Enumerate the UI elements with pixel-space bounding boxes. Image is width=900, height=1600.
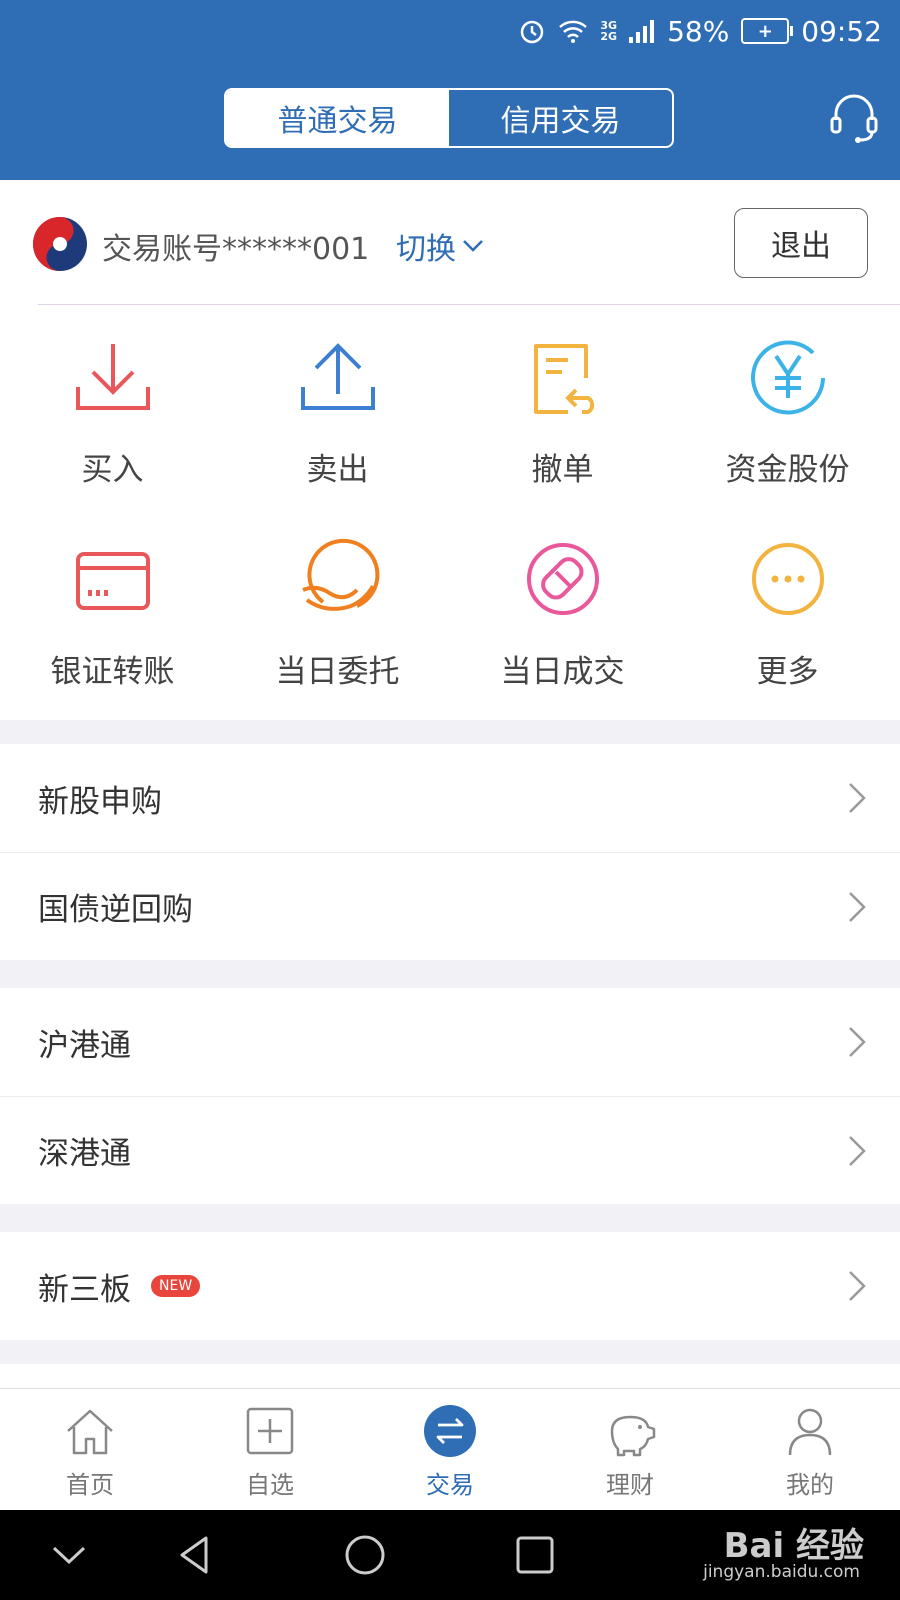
add-square-icon <box>246 1407 294 1455</box>
today-deals-label: 当日成交 <box>500 654 625 690</box>
list-item-label: 国债逆回购 <box>38 892 193 928</box>
today-orders-label: 当日委托 <box>275 654 400 690</box>
upload-icon <box>300 343 375 410</box>
list-item-ipo-subscribe[interactable]: 新股申购 <box>0 744 900 852</box>
clock: 09:52 <box>801 14 882 48</box>
chevron-right-icon <box>849 1271 866 1301</box>
buy-label: 买入 <box>81 452 144 488</box>
watermark-brand: Bai 经验 <box>723 1526 864 1566</box>
signal-icon <box>629 20 655 43</box>
revoke-icon <box>533 344 594 414</box>
chevron-down-icon <box>463 240 483 252</box>
headset-icon[interactable] <box>826 90 882 146</box>
function-grid: 买入 卖出 撤单 资金股份 银证转账 当日委托 当日成交 更多 <box>0 306 900 720</box>
list-item-label: 沪港通 <box>38 1027 131 1064</box>
switch-label: 切换 <box>396 232 456 267</box>
tab-home-label: 首页 <box>66 1471 114 1499</box>
tab-watchlist-label: 自选 <box>246 1471 294 1499</box>
nav-collapse-icon[interactable] <box>46 1532 92 1578</box>
home-nav-icon[interactable] <box>342 1532 388 1578</box>
tab-mine-label: 我的 <box>786 1471 834 1499</box>
trade-type-switch: 普通交易 信用交易 <box>224 88 674 148</box>
tab-wealth-label: 理财 <box>606 1471 654 1499</box>
tab-trade-label: 交易 <box>426 1471 474 1499</box>
list-group-partial <box>0 1364 900 1388</box>
home-icon <box>67 1409 113 1455</box>
wifi-icon <box>559 20 588 43</box>
cancel-order-label: 撤单 <box>531 452 594 488</box>
user-icon <box>788 1408 832 1456</box>
card-icon <box>75 552 150 610</box>
divider <box>38 304 900 305</box>
recents-icon[interactable] <box>512 1532 558 1578</box>
more-icon <box>751 543 824 615</box>
tab-trade[interactable]: 交易 <box>360 1389 540 1511</box>
more-button[interactable]: 更多 <box>675 508 900 708</box>
list-item-label: 新股申购 <box>38 783 162 820</box>
bank-transfer-button[interactable]: 银证转账 <box>0 508 225 708</box>
buy-button[interactable]: 买入 <box>0 306 225 506</box>
hand-icon <box>301 538 379 611</box>
account-number: 交易账号******001 <box>102 232 370 267</box>
status-bar: 3G 2G 58% + 09:52 <box>518 8 882 54</box>
list-item-shanghai-hk-connect[interactable]: 沪港通 <box>0 988 900 1096</box>
bank-transfer-label: 银证转账 <box>50 654 175 690</box>
switch-account-button[interactable]: 切换 <box>396 224 484 268</box>
funds-holdings-label: 资金股份 <box>725 452 850 488</box>
tab-home[interactable]: 首页 <box>0 1389 180 1511</box>
list-group-connect: 沪港通 深港通 <box>0 988 900 1204</box>
alarm-icon <box>521 20 544 44</box>
tab-mine[interactable]: 我的 <box>720 1389 900 1511</box>
broker-logo <box>33 217 87 271</box>
chevron-right-icon <box>849 1136 866 1166</box>
list-item-reverse-repo[interactable]: 国债逆回购 <box>0 852 900 960</box>
list-item-label: 新三板 <box>38 1271 131 1308</box>
list-group-ipo: 新股申购 国债逆回购 <box>0 744 900 960</box>
exchange-icon <box>424 1405 476 1457</box>
system-nav-bar: Bai 经验 jingyan.baidu.com <box>0 1510 900 1600</box>
battery-percent: 58% <box>667 14 730 48</box>
account-bar: 交易账号******001 切换 退出 <box>0 180 900 306</box>
today-deals-button[interactable]: 当日成交 <box>450 508 675 708</box>
list-item-shenzhen-hk-connect[interactable]: 深港通 <box>0 1096 900 1204</box>
top-bar: 3G 2G 58% + 09:52 普通交易 信用交易 <box>0 0 900 180</box>
new-badge: NEW <box>151 1275 201 1297</box>
yuan-icon <box>750 340 825 415</box>
sell-label: 卖出 <box>306 452 369 488</box>
cancel-order-button[interactable]: 撤单 <box>450 306 675 506</box>
tab-normal-trade[interactable]: 普通交易 <box>226 90 449 146</box>
more-label: 更多 <box>756 654 819 690</box>
list-group-neeq: 新三板 NEW <box>0 1232 900 1340</box>
battery-icon: + <box>741 18 794 44</box>
chevron-right-icon <box>849 783 866 813</box>
chevron-right-icon <box>849 892 866 922</box>
chevron-right-icon <box>849 1027 866 1057</box>
tab-credit-trade[interactable]: 信用交易 <box>449 90 672 146</box>
sell-button[interactable]: 卖出 <box>225 306 450 506</box>
today-orders-button[interactable]: 当日委托 <box>225 508 450 708</box>
watermark-url: jingyan.baidu.com <box>703 1562 860 1582</box>
back-icon[interactable] <box>172 1532 218 1578</box>
bottom-tab-bar: 首页 自选 交易 理财 我的 <box>0 1388 900 1511</box>
network-type: 3G 2G <box>600 19 618 43</box>
funds-holdings-button[interactable]: 资金股份 <box>675 306 900 506</box>
deal-icon <box>526 543 599 615</box>
download-icon <box>75 344 150 410</box>
piggy-bank-icon <box>610 1415 656 1457</box>
tab-watchlist[interactable]: 自选 <box>180 1389 360 1511</box>
tab-wealth[interactable]: 理财 <box>540 1389 720 1511</box>
logout-button[interactable]: 退出 <box>734 208 868 278</box>
list-item-label: 深港通 <box>38 1136 131 1172</box>
list-item-new-third-board[interactable]: 新三板 NEW <box>0 1232 900 1340</box>
